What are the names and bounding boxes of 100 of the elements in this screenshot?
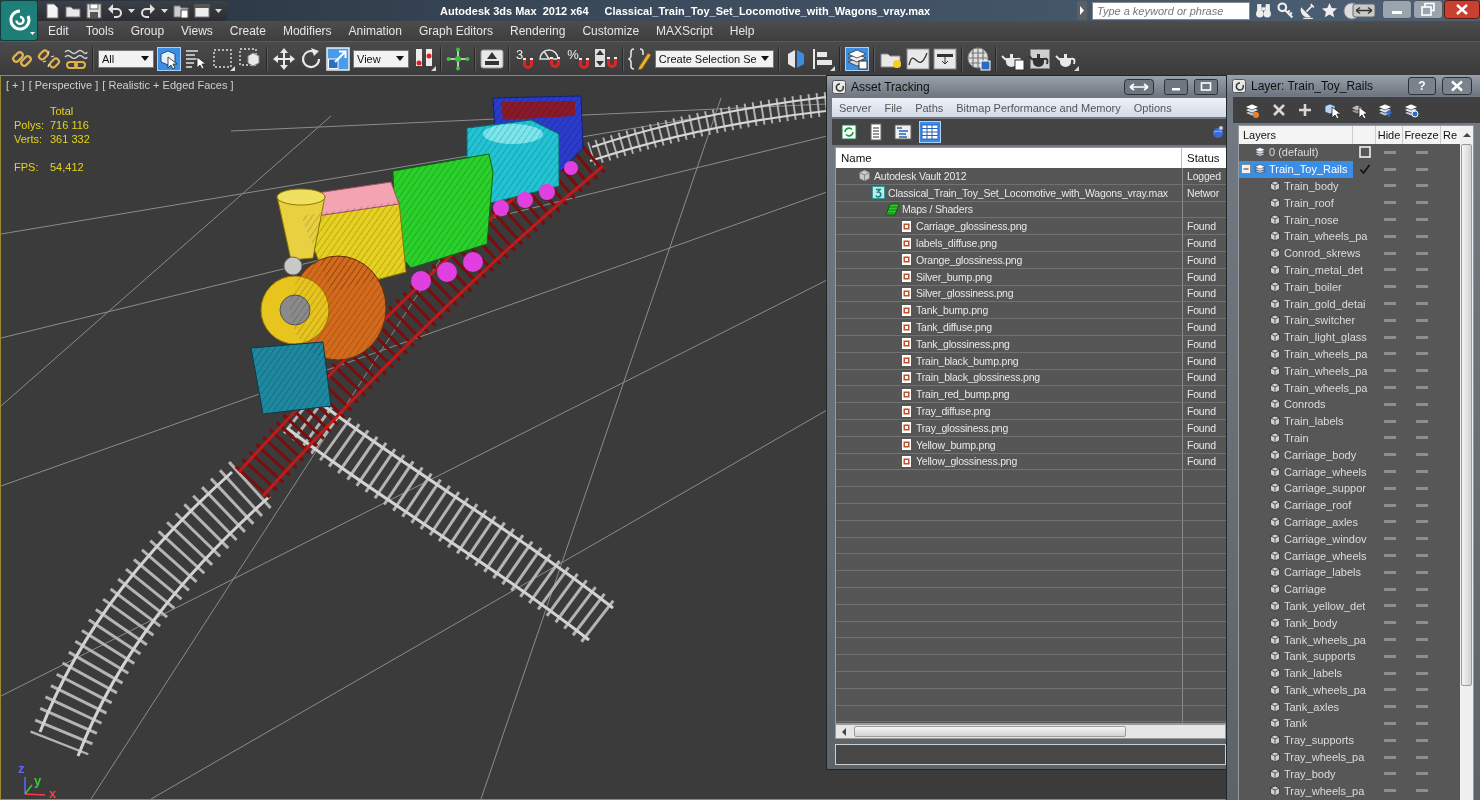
column-header[interactable]: Status — [1182, 148, 1220, 168]
window-icon[interactable] — [194, 2, 210, 19]
dash-icon[interactable] — [1416, 537, 1428, 541]
dash-icon[interactable] — [1416, 436, 1428, 440]
dash-icon[interactable] — [1383, 285, 1396, 289]
menu-item[interactable]: Server — [839, 101, 872, 114]
dash-icon[interactable] — [1416, 503, 1428, 507]
viewport-menu-label[interactable]: [ Realistic + Edged Faces ] — [102, 79, 234, 91]
dash-icon[interactable] — [1383, 755, 1396, 759]
asset-row[interactable]: Tank_glossiness.png Found — [836, 335, 1226, 353]
dash-icon[interactable] — [1383, 251, 1396, 255]
search-field[interactable]: Type a keyword or phrase — [1092, 1, 1250, 20]
layer-item[interactable]: Carriage_labels — [1239, 563, 1376, 581]
dash-icon[interactable] — [1416, 251, 1428, 255]
menu-item[interactable]: Edit — [48, 24, 69, 38]
new-file-icon[interactable] — [44, 2, 60, 19]
dash-icon[interactable] — [1416, 419, 1428, 423]
star-icon[interactable] — [1321, 2, 1338, 19]
layer-item[interactable]: Carriage_roof — [1239, 496, 1376, 514]
asset-row[interactable]: Train_red_bump.png Found — [836, 386, 1226, 404]
dash-icon[interactable] — [1383, 671, 1396, 675]
caret-icon[interactable] — [161, 8, 168, 13]
layer-item[interactable]: Train_body — [1239, 177, 1376, 195]
layer-item[interactable]: Train_Toy_Rails — [1239, 160, 1353, 178]
dash-icon[interactable] — [1416, 470, 1428, 474]
scale-icon[interactable] — [326, 46, 350, 71]
dash-icon[interactable] — [1416, 285, 1428, 289]
menu-item[interactable]: File — [884, 101, 903, 114]
dash-icon[interactable] — [1383, 520, 1396, 524]
caret-icon[interactable] — [215, 8, 222, 13]
dash-icon[interactable] — [1416, 587, 1428, 591]
layer-item[interactable]: Train_wheels_pa — [1239, 379, 1376, 396]
viewport-menu-label[interactable]: [ + ] — [6, 79, 25, 91]
dash-icon[interactable] — [1383, 184, 1396, 188]
layer-item[interactable]: Tray_supports — [1239, 731, 1376, 749]
dash-icon[interactable] — [1383, 486, 1396, 490]
dash-icon[interactable] — [1416, 150, 1428, 154]
dash-icon[interactable] — [1383, 150, 1396, 154]
menu-item[interactable]: Paths — [915, 101, 944, 114]
cube-cursor-icon[interactable] — [157, 46, 181, 71]
caret-icon[interactable] — [128, 8, 135, 13]
dash-icon[interactable] — [1383, 621, 1396, 625]
asset-row[interactable]: Carriage_glossiness.png Found — [836, 218, 1226, 236]
dash-icon[interactable] — [1416, 352, 1428, 356]
dash-icon[interactable] — [1416, 520, 1428, 524]
snap-toggle-button[interactable]: 3 — [514, 45, 536, 72]
refresh-icon[interactable] — [838, 121, 860, 143]
dash-icon[interactable] — [1416, 453, 1428, 457]
cube-cursor-icon[interactable] — [1323, 102, 1340, 118]
menu-item[interactable]: Help — [729, 24, 755, 38]
menu-item[interactable]: Bitmap Performance and Memory — [956, 101, 1121, 114]
caret-icon[interactable] — [1077, 1, 1087, 20]
menu-item[interactable]: Create — [229, 24, 266, 38]
dash-icon[interactable] — [1383, 218, 1396, 222]
dash-icon[interactable] — [1416, 654, 1428, 658]
dash-icon[interactable] — [1416, 386, 1428, 390]
dash-icon[interactable] — [1383, 268, 1396, 272]
asset-row[interactable]: Maps / Shaders — [836, 201, 1226, 219]
asset-row[interactable]: Tank_diffuse.png Found — [836, 319, 1226, 336]
asset-row[interactable]: Silver_glossiness.png Found — [836, 285, 1226, 303]
layer-item[interactable]: Train — [1239, 429, 1376, 447]
dash-icon[interactable] — [1383, 654, 1396, 658]
app-logo-icon[interactable] — [0, 0, 38, 41]
spinner-magnet-icon[interactable] — [593, 46, 618, 71]
dash-icon[interactable] — [1416, 234, 1428, 238]
dash-icon[interactable] — [1383, 772, 1396, 776]
asset-row[interactable]: Silver_bump.png Found — [836, 268, 1226, 286]
table-grid-icon[interactable] — [919, 121, 941, 143]
globe-icon[interactable] — [1212, 125, 1224, 139]
dash-icon[interactable] — [1416, 604, 1428, 608]
dash-icon[interactable] — [1416, 755, 1428, 759]
broken-chain-icon[interactable] — [37, 46, 61, 71]
asset-row[interactable]: Tank_bump.png Found — [836, 302, 1226, 320]
dash-icon[interactable] — [1416, 218, 1428, 222]
dash-icon[interactable] — [1383, 167, 1396, 171]
layer-item[interactable]: Carriage_windov — [1239, 530, 1376, 548]
dash-icon[interactable] — [1383, 537, 1396, 541]
asset-row[interactable]: Orange_glossiness.png Found — [836, 252, 1226, 269]
asset-row[interactable]: Yellow_glossiness.png Found — [836, 453, 1226, 471]
layer-item[interactable]: Train_boiler — [1239, 278, 1376, 296]
menu-item[interactable]: Views — [181, 24, 213, 38]
dash-icon[interactable] — [1416, 705, 1428, 709]
dashed-rectangle-icon[interactable] — [211, 46, 235, 71]
collapse-icon[interactable] — [1241, 164, 1251, 175]
layer-item[interactable]: Tank_wheels_pa — [1239, 681, 1376, 699]
exchange-icon[interactable] — [1343, 1, 1377, 20]
dash-icon[interactable] — [1416, 772, 1428, 776]
dash-icon[interactable] — [1416, 201, 1428, 205]
layer-item[interactable]: Train_gold_detai — [1239, 295, 1376, 312]
layer-item[interactable]: Tray_body — [1239, 765, 1376, 783]
up-arrow-box-icon[interactable] — [480, 46, 504, 71]
menu-item[interactable]: Animation — [348, 24, 402, 38]
layers-star-icon[interactable] — [1244, 102, 1260, 118]
layer-item[interactable]: Conrods — [1239, 395, 1376, 413]
teapot-frame-icon[interactable] — [1027, 46, 1052, 71]
column-header[interactable]: Re — [1441, 126, 1460, 144]
plus-icon[interactable] — [1297, 102, 1313, 118]
close-icon[interactable] — [1444, 0, 1480, 19]
protractor-magnet-icon[interactable] — [538, 46, 563, 71]
layer-item[interactable]: Carriage — [1239, 580, 1376, 598]
